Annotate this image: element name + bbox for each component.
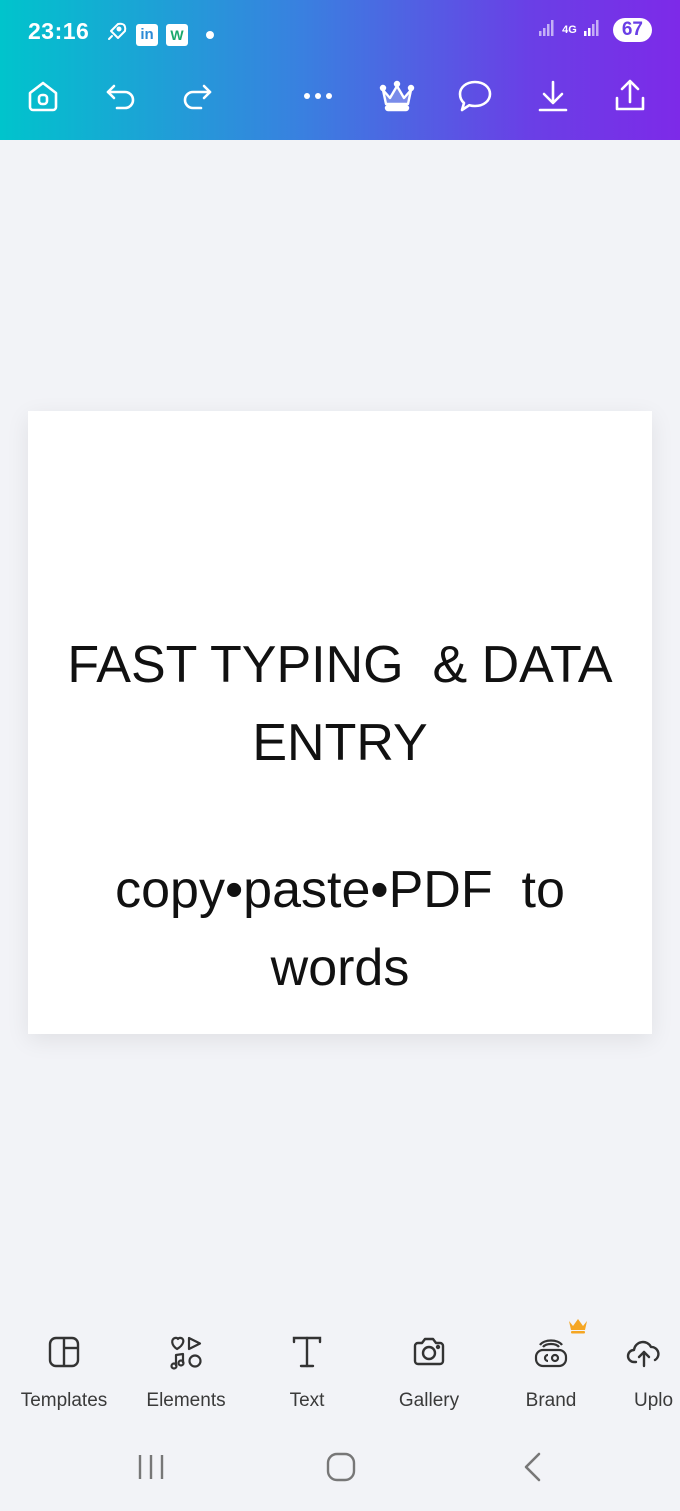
nav-label-brand: Brand [525, 1390, 577, 1411]
nav-text[interactable]: Text [247, 1312, 367, 1412]
download-icon [538, 80, 568, 112]
w-app-icon: W [166, 23, 188, 46]
network-type: 4G [562, 23, 577, 36]
heading-line-2: ENTRY [252, 714, 428, 772]
subheading-line-1: copy•paste•PDF to [115, 861, 565, 919]
signal-icon [538, 19, 556, 42]
nav-elements[interactable]: Elements [126, 1312, 246, 1412]
nav-brand[interactable]: Brand [491, 1312, 611, 1412]
camera-icon [413, 1337, 445, 1366]
more-button[interactable] [298, 76, 338, 116]
comment-button[interactable] [455, 76, 495, 116]
nav-label-elements: Elements [146, 1390, 226, 1411]
share-button[interactable] [610, 76, 650, 116]
battery-level: 67 [612, 18, 652, 42]
home-button[interactable] [23, 76, 63, 116]
recent-apps-icon [138, 1455, 164, 1479]
heading-line-1: FAST TYPING & DATA [67, 636, 613, 694]
linkedin-icon: in [136, 23, 158, 46]
redo-button[interactable] [177, 76, 217, 116]
system-navigation-bar [0, 1440, 680, 1500]
status-time: 23:16 [28, 18, 90, 44]
premium-crown-badge-icon [567, 1316, 589, 1339]
home-system-icon [326, 1452, 356, 1482]
elements-icon [170, 1336, 202, 1370]
nav-label-gallery: Gallery [398, 1390, 460, 1411]
redo-icon [183, 84, 212, 110]
share-icon [615, 79, 645, 111]
notification-dot-icon [206, 30, 214, 39]
premium-crown-button[interactable] [377, 76, 417, 116]
subheading-line-2: words [270, 939, 410, 997]
nav-label-uploads: Uplo [634, 1390, 674, 1411]
back-system-button[interactable] [517, 1451, 547, 1488]
undo-icon [106, 84, 135, 110]
nav-label-text: Text [289, 1390, 325, 1411]
nav-label-templates: Templates [20, 1390, 108, 1411]
text-icon [292, 1336, 322, 1368]
top-bar: 23:16 in W 4G 67 [0, 0, 680, 140]
heading-textbox[interactable]: FAST TYPING & DATA ENTRY [28, 626, 652, 782]
design-canvas-page[interactable]: FAST TYPING & DATA ENTRY copy•paste•PDF … [28, 411, 652, 1034]
status-notification-icons: in W [104, 20, 214, 49]
signal-icon-2 [583, 19, 601, 42]
home-system-button[interactable] [325, 1451, 357, 1488]
editor-bottom-nav: Templates Elements Text Gallery Brand Up… [0, 1312, 680, 1422]
brand-icon [534, 1339, 568, 1368]
templates-icon [48, 1336, 80, 1368]
home-icon [28, 81, 58, 112]
nav-templates[interactable]: Templates [4, 1312, 124, 1412]
status-system-icons: 4G 67 [538, 18, 652, 42]
back-icon [524, 1452, 541, 1482]
nav-uploads[interactable]: Uplo [612, 1312, 680, 1412]
crown-icon [379, 80, 415, 112]
download-button[interactable] [533, 76, 573, 116]
undo-button[interactable] [101, 76, 141, 116]
upload-cloud-icon [626, 1340, 660, 1368]
nav-gallery[interactable]: Gallery [369, 1312, 489, 1412]
comment-icon [458, 80, 492, 112]
subheading-textbox[interactable]: copy•paste•PDF to words [28, 851, 652, 1007]
more-icon [304, 93, 332, 99]
recent-apps-button[interactable] [134, 1452, 168, 1487]
rocket-icon [104, 20, 128, 49]
